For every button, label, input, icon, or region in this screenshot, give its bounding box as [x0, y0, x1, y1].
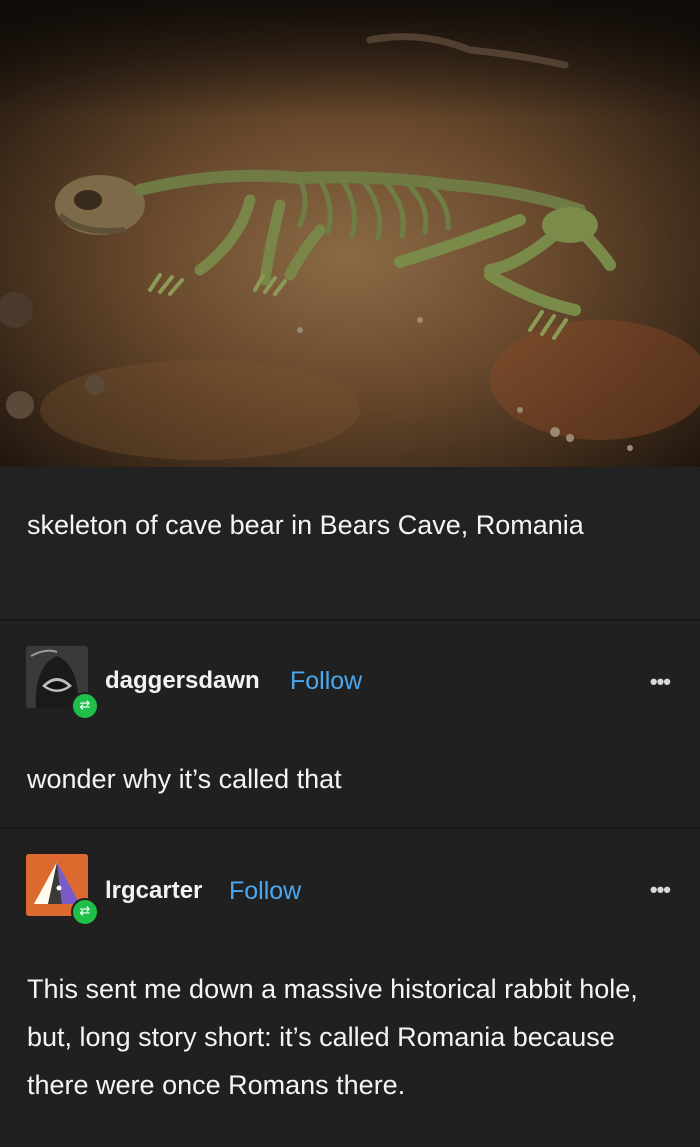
post-caption: skeleton of cave bear in Bears Cave, Rom…	[27, 510, 584, 540]
follow-button[interactable]: Follow	[290, 667, 362, 696]
cave-bear-skeleton-image	[0, 0, 700, 467]
more-options-icon[interactable]: •••	[650, 669, 671, 695]
more-options-icon[interactable]: •••	[650, 877, 671, 903]
username[interactable]: lrgcarter	[105, 877, 202, 905]
post-photo[interactable]	[0, 0, 700, 467]
reblog-badge-icon: ⇄	[71, 692, 99, 720]
reblog-badge-icon: ⇄	[71, 898, 99, 926]
username[interactable]: daggersdawn	[105, 667, 260, 695]
reblog-text: This sent me down a massive historical r…	[27, 974, 638, 1100]
reblog-text: wonder why it’s called that	[27, 764, 342, 794]
follow-button[interactable]: Follow	[229, 877, 301, 906]
reblog-entry: ⇄ daggersdawn Follow ••• wonder why it’s…	[0, 619, 700, 829]
post-caption-block: skeleton of cave bear in Bears Cave, Rom…	[0, 467, 700, 619]
reblog-entry: ⇄ lrgcarter Follow ••• This sent me down…	[0, 827, 700, 1147]
